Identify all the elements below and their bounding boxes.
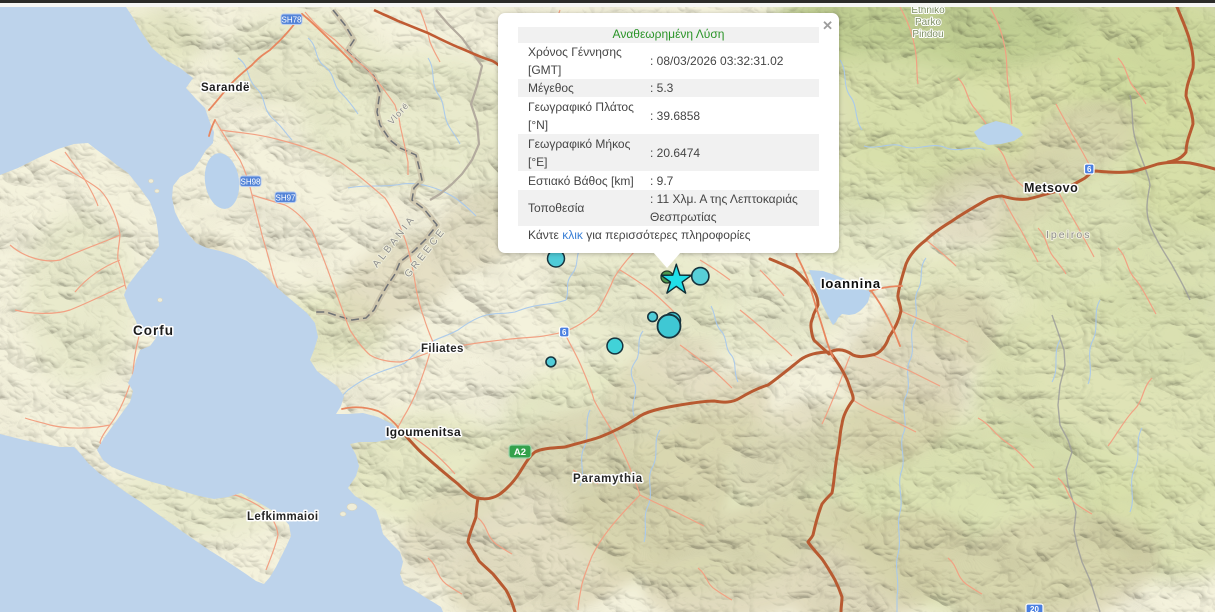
svg-text:Igoumenitsa: Igoumenitsa — [386, 425, 461, 439]
svg-text:6: 6 — [562, 328, 567, 337]
svg-text:Filiates: Filiates — [421, 343, 464, 355]
svg-text:SH98: SH98 — [240, 177, 261, 186]
svg-text:Paramythia: Paramythia — [573, 473, 643, 485]
svg-text:20: 20 — [1030, 605, 1039, 612]
svg-text:Ioannina: Ioannina — [821, 276, 881, 291]
svg-text:Sarandë: Sarandë — [201, 82, 250, 94]
svg-text:Corfu: Corfu — [133, 323, 174, 338]
svg-text:Parko: Parko — [915, 17, 942, 28]
svg-text:Metsovo: Metsovo — [1024, 181, 1078, 195]
svg-text:SH97: SH97 — [275, 193, 296, 202]
svg-text:SH78: SH78 — [281, 15, 302, 24]
svg-text:Pindou: Pindou — [912, 29, 943, 40]
svg-text:6: 6 — [1087, 165, 1092, 174]
svg-text:Ipeiros: Ipeiros — [1046, 229, 1092, 241]
svg-text:A2: A2 — [514, 447, 526, 458]
svg-text:Lefkimmaioi: Lefkimmaioi — [247, 511, 319, 523]
